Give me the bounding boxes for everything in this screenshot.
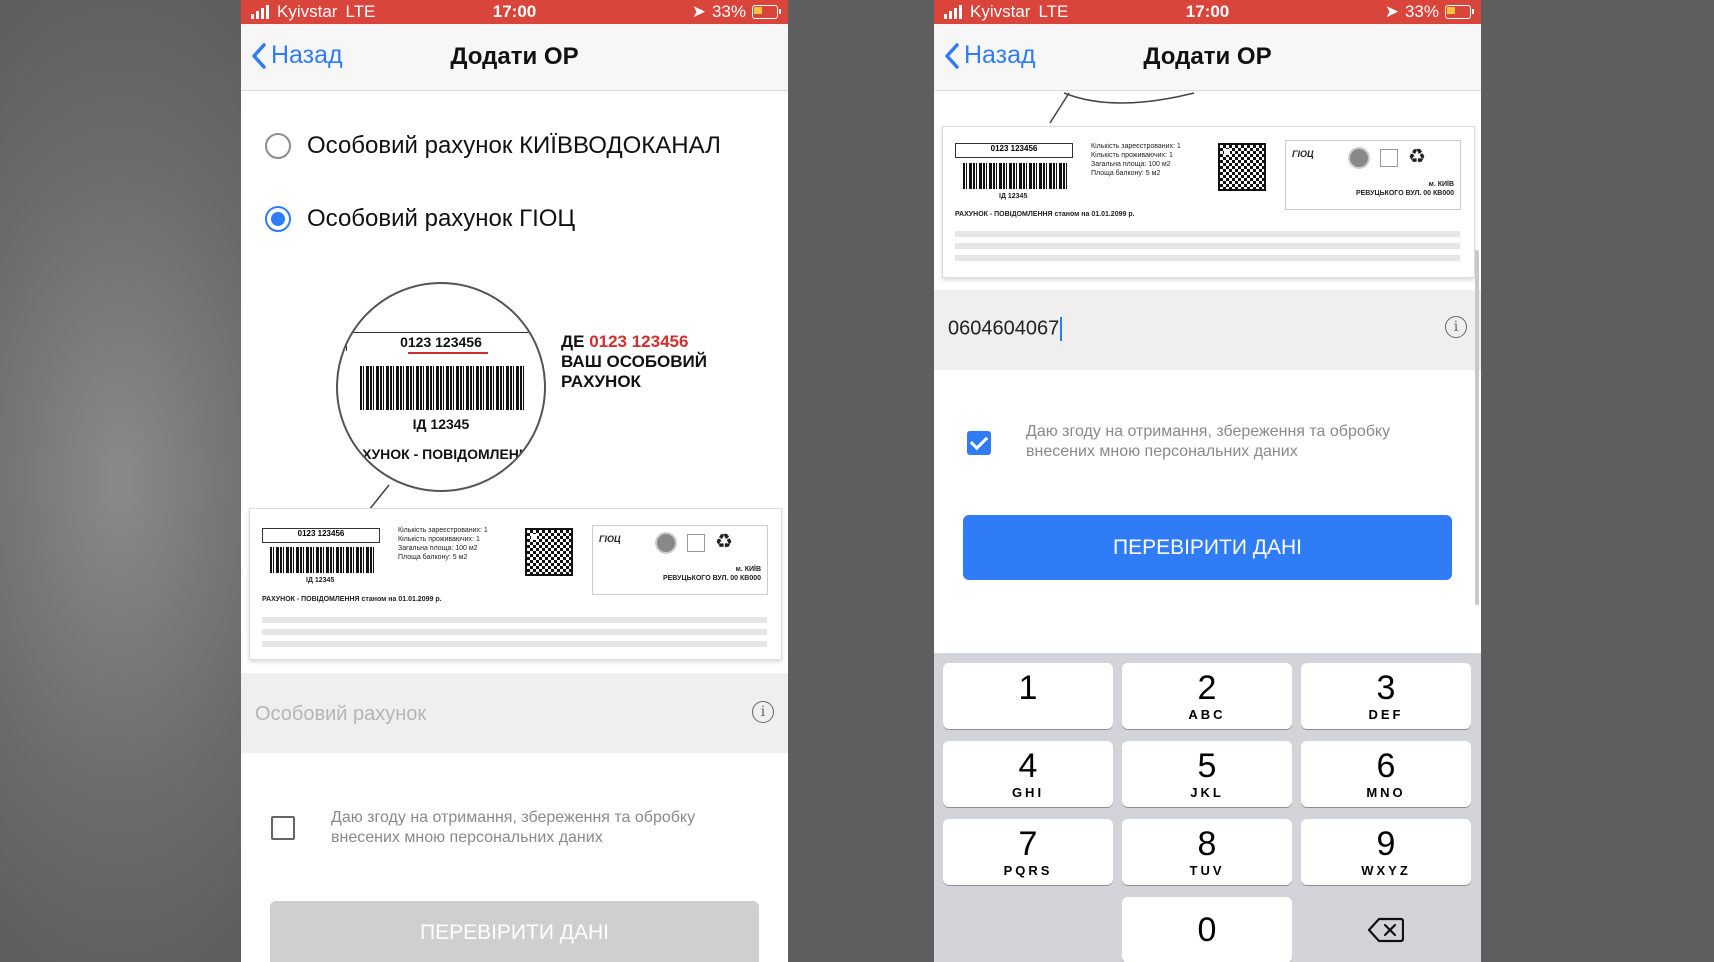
barcode-graphic [360, 366, 526, 410]
verify-data-button[interactable]: ПЕРЕВІРИТИ ДАНІ [270, 901, 759, 962]
bill-logos-box: ГІОЦ ♻ м. КИЇВ РЕВУЦЬКОГО ВУЛ. 00 КВ000 [1285, 140, 1461, 210]
account-input-placeholder: Особовий рахунок [255, 703, 427, 725]
zoom-id: ІД 12345 [412, 416, 470, 432]
status-time: 17:00 [1185, 2, 1230, 21]
bill-sample-image: 0123 123456 ІД 12345 Кількість зареєстро… [942, 126, 1475, 278]
delete-key[interactable] [1301, 897, 1471, 962]
bill-info-line: Кількість проживаючих: 1 [1091, 152, 1173, 159]
account-hint: ДЕ 0123 123456 ВАШ ОСОБОВИЙ РАХУНОК [561, 332, 707, 391]
recycle-icon: ♻ [715, 531, 733, 553]
bill-info-line: Площа балкону: 5 м2 [1091, 170, 1161, 177]
info-icon[interactable]: i [752, 701, 774, 723]
account-input-field[interactable]: Особовий рахунок i [241, 673, 788, 753]
consent-checkbox[interactable] [271, 816, 295, 840]
key-3[interactable]: 3 DEF [1301, 663, 1471, 729]
emblem-icon [655, 532, 677, 554]
bill-caption: РАХУНОК - ПОВІДОМЛЕННЯ станом на 01.01.2… [262, 596, 442, 603]
key-9[interactable]: 9 WXYZ [1301, 819, 1471, 885]
bill-sample-image: 0123 123456 ІД 12345 Кількість зареєстро… [249, 508, 782, 660]
stamp-icon [687, 534, 705, 552]
key-0[interactable]: 0 [1122, 897, 1292, 962]
backspace-icon [1367, 917, 1405, 943]
bill-info-line: Загальна площа: 100 м2 [398, 545, 478, 552]
scrollbar[interactable] [1475, 250, 1479, 605]
bill-info-line: Кількість зареєстрованих: 1 [398, 527, 488, 534]
key-7[interactable]: 7 PQRS [943, 819, 1113, 885]
nav-bar: Назад Додати ОР [934, 24, 1481, 91]
key-2[interactable]: 2 ABC [1122, 663, 1292, 729]
consent-text: Даю згоду на отримання, збереження та об… [1026, 423, 1391, 460]
magnifier-edge [1049, 92, 1195, 124]
qr-code-icon [525, 528, 573, 576]
recycle-icon: ♻ [1408, 146, 1426, 168]
bill-caption: РАХУНОК - ПОВІДОМЛЕННЯ станом на 01.01.2… [955, 211, 1135, 218]
giots-logo: ГІОЦ [599, 534, 621, 544]
bill-info-line: Загальна площа: 100 м2 [1091, 161, 1171, 168]
key-1[interactable]: 1 [943, 663, 1113, 729]
bill-info-line: Кількість зареєстрованих: 1 [1091, 143, 1181, 150]
battery-percent: 33% [1404, 2, 1439, 21]
text-cursor [1060, 317, 1063, 341]
hint-number: 0123 123456 [589, 332, 689, 351]
key-5[interactable]: 5 JKL [1122, 741, 1292, 807]
account-input-value: 0604604067 [948, 317, 1063, 341]
verify-data-button[interactable]: ПЕРЕВІРИТИ ДАНІ [963, 515, 1452, 580]
key-8[interactable]: 8 TUV [1122, 819, 1292, 885]
bill-info-line: Площа балкону: 5 м2 [398, 554, 468, 561]
giots-logo: ГІОЦ [1292, 149, 1314, 159]
status-bar: Kyivstar LTE 17:00 ➤ 33% [934, 0, 1481, 24]
bill-logos-box: ГІОЦ ♻ м. КИЇВ РЕВУЦЬКОГО ВУЛ. 00 КВ000 [592, 525, 768, 595]
page-title: Додати ОР [1143, 43, 1272, 70]
qr-code-icon [1218, 143, 1266, 191]
magnifier-illustration: 0123 123456 ІД 12345 АХУНОК - ПОВІДОМЛЕН… [336, 282, 546, 492]
location-icon: ➤ [1384, 2, 1399, 21]
barcode-graphic [963, 163, 1067, 189]
key-6[interactable]: 6 MNO [1301, 741, 1471, 807]
stamp-icon [1380, 149, 1398, 167]
emblem-icon [1348, 147, 1370, 169]
consent-text: Даю згоду на отримання, збереження та об… [331, 809, 696, 846]
consent-checkbox[interactable] [967, 431, 991, 455]
barcode-graphic [270, 547, 374, 573]
key-4[interactable]: 4 GHI [943, 741, 1113, 807]
numeric-keypad: 1 2 ABC 3 DEF 4 GHI 5 JKL 6 MNO 7 PQRS 8 TUV 9W… [934, 653, 1481, 962]
phone-screen-left: Kyivstar LTE 17:00 ➤ 33% Назад Додати ОР… [241, 0, 788, 962]
zoom-account-number: 0123 123456 [400, 334, 482, 350]
bill-info-line: Кількість проживаючих: 1 [398, 536, 480, 543]
zoom-caption: АХУНОК - ПОВІДОМЛЕНН [352, 446, 530, 462]
battery-icon [1445, 5, 1474, 19]
info-icon[interactable]: i [1445, 316, 1467, 338]
phone-screen-right: Kyivstar LTE 17:00 ➤ 33% Назад Додати ОР… [934, 0, 1481, 962]
account-input-field[interactable]: 0604604067 i [934, 290, 1481, 370]
